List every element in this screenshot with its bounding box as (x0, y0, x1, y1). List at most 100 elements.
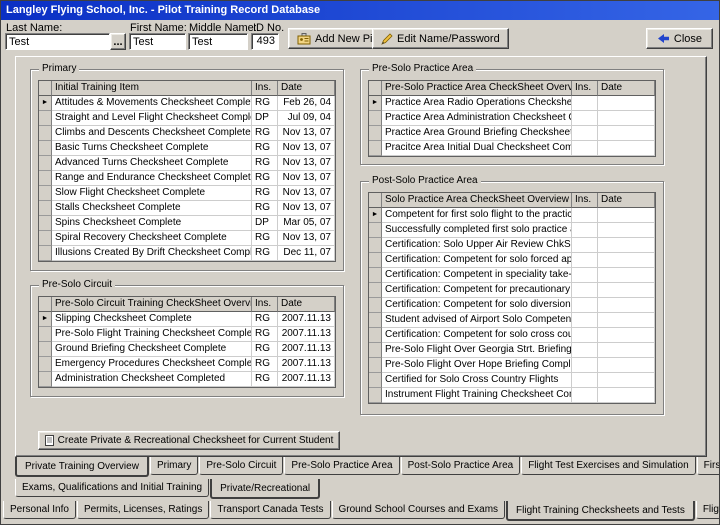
row-selector-cell[interactable] (369, 298, 382, 313)
create-checksheet-button[interactable]: Create Private & Recreational Checksheet… (38, 431, 340, 450)
item-cell[interactable]: Emergency Procedures Checksheet Complete (52, 357, 252, 372)
ins-cell[interactable]: RG (252, 156, 278, 171)
table-row[interactable]: Instrument Flight Training Checksheet Co… (369, 388, 655, 403)
item-cell[interactable]: Spins Checksheet Complete (52, 216, 252, 231)
item-cell[interactable]: Pre-Solo Flight Over Georgia Strt. Brief… (382, 343, 572, 358)
table-row[interactable]: Certification: Competent for solo cross … (369, 328, 655, 343)
item-cell[interactable]: Certification: Solo Upper Air Review Chk… (382, 238, 572, 253)
ins-cell[interactable]: RG (252, 201, 278, 216)
tab-flight-training-checksheets-and-tests[interactable]: Flight Training Checksheets and Tests (506, 501, 695, 521)
row-selector-cell[interactable] (39, 327, 52, 342)
table-row[interactable]: Certification: Competent for solo divers… (369, 298, 655, 313)
date-cell[interactable] (598, 388, 655, 403)
row-selector-cell[interactable] (39, 342, 52, 357)
table-row[interactable]: ►Practice Area Radio Operations Checkshe… (369, 96, 655, 111)
item-cell[interactable]: Spiral Recovery Checksheet Complete (52, 231, 252, 246)
ins-cell[interactable] (572, 238, 598, 253)
item-cell[interactable]: Attitudes & Movements Checksheet Complet… (52, 96, 252, 111)
column-header-ins[interactable]: Ins. (572, 81, 598, 96)
table-row[interactable]: Climbs and Descents Checksheet CompleteR… (39, 126, 335, 141)
table-row[interactable]: Administration Checksheet CompletedRG200… (39, 372, 335, 387)
table-row[interactable]: Practice Area Ground Briefing Checksheet… (369, 126, 655, 141)
table-row[interactable]: ►Attitudes & Movements Checksheet Comple… (39, 96, 335, 111)
item-cell[interactable]: Student advised of Airport Solo Competen… (382, 313, 572, 328)
date-cell[interactable]: Jul 09, 04 (278, 111, 335, 126)
item-cell[interactable]: Certification: Competent for solo forced… (382, 253, 572, 268)
ins-cell[interactable]: RG (252, 312, 278, 327)
item-cell[interactable]: Slow Flight Checksheet Complete (52, 186, 252, 201)
middle-name-input[interactable] (188, 33, 248, 50)
ins-cell[interactable] (572, 388, 598, 403)
date-cell[interactable] (598, 253, 655, 268)
table-row[interactable]: Successfully completed first solo practi… (369, 223, 655, 238)
table-row[interactable]: Ground Briefing Checksheet CompleteRG200… (39, 342, 335, 357)
last-name-input[interactable] (5, 33, 110, 50)
row-selector-cell[interactable] (369, 126, 382, 141)
item-cell[interactable]: Advanced Turns Checksheet Complete (52, 156, 252, 171)
column-header-date[interactable]: Date (598, 81, 655, 96)
ins-cell[interactable]: DP (252, 111, 278, 126)
ins-cell[interactable]: RG (252, 342, 278, 357)
table-row[interactable]: Student advised of Airport Solo Competen… (369, 313, 655, 328)
row-selector-cell[interactable] (369, 223, 382, 238)
item-cell[interactable]: Pre-Solo Flight Over Hope Briefing Compl… (382, 358, 572, 373)
ins-cell[interactable]: RG (252, 126, 278, 141)
tab-private-training-overview[interactable]: Private Training Overview (15, 457, 149, 477)
date-cell[interactable] (598, 96, 655, 111)
id-no-field[interactable]: 493 (251, 33, 279, 50)
date-cell[interactable] (598, 373, 655, 388)
date-cell[interactable]: Feb 26, 04 (278, 96, 335, 111)
table-row[interactable]: Emergency Procedures Checksheet Complete… (39, 357, 335, 372)
date-cell[interactable] (598, 223, 655, 238)
ins-cell[interactable]: RG (252, 357, 278, 372)
item-cell[interactable]: Instrument Flight Training Checksheet Co… (382, 388, 572, 403)
table-row[interactable]: Practice Area Administration Checksheet … (369, 111, 655, 126)
item-cell[interactable]: Certification: Competent in speciality t… (382, 268, 572, 283)
item-cell[interactable]: Certification: Competent for solo divers… (382, 298, 572, 313)
ins-cell[interactable] (572, 126, 598, 141)
table-row[interactable]: Certified for Solo Cross Country Flights (369, 373, 655, 388)
row-selector-cell[interactable] (369, 111, 382, 126)
row-selector-cell[interactable] (39, 372, 52, 387)
item-cell[interactable]: Competent for first solo flight to the p… (382, 208, 572, 223)
date-cell[interactable]: Nov 13, 07 (278, 201, 335, 216)
ins-cell[interactable] (572, 283, 598, 298)
edit-name-password-button[interactable]: Edit Name/Password (372, 28, 509, 49)
table-row[interactable]: Certification: Competent for precautiona… (369, 283, 655, 298)
table-row[interactable]: Range and Endurance Checksheet CompleteR… (39, 171, 335, 186)
column-header-date[interactable]: Date (598, 193, 655, 208)
date-cell[interactable] (598, 358, 655, 373)
column-header-item[interactable]: Initial Training Item (52, 81, 252, 96)
row-selector-cell[interactable] (369, 141, 382, 156)
tab-flight-test-exercises-and-simulation[interactable]: Flight Test Exercises and Simulation (521, 457, 695, 475)
ins-cell[interactable]: RG (252, 141, 278, 156)
table-row[interactable]: ►Slipping Checksheet CompleteRG2007.11.1… (39, 312, 335, 327)
date-cell[interactable]: 2007.11.13 (278, 357, 335, 372)
table-row[interactable]: Spins Checksheet CompleteDPMar 05, 07 (39, 216, 335, 231)
row-selector-cell[interactable] (369, 253, 382, 268)
item-cell[interactable]: Stalls Checksheet Complete (52, 201, 252, 216)
date-cell[interactable] (598, 313, 655, 328)
row-selector-cell[interactable] (39, 231, 52, 246)
date-cell[interactable] (598, 343, 655, 358)
item-cell[interactable]: Basic Turns Checksheet Complete (52, 141, 252, 156)
date-cell[interactable]: Nov 13, 07 (278, 156, 335, 171)
column-header-ins[interactable]: Ins. (572, 193, 598, 208)
row-selector-cell[interactable] (369, 358, 382, 373)
row-selector-cell[interactable] (39, 156, 52, 171)
tab-flight-training-logbook-ptr[interactable]: Flight Training Logbook (PTR) (696, 501, 720, 519)
item-cell[interactable]: Range and Endurance Checksheet Complete (52, 171, 252, 186)
tab-primary[interactable]: Primary (150, 457, 198, 475)
ins-cell[interactable] (572, 358, 598, 373)
table-row[interactable]: Illusions Created By Drift Checksheet Co… (39, 246, 335, 261)
tab-transport-canada-tests[interactable]: Transport Canada Tests (210, 501, 330, 519)
ins-cell[interactable]: RG (252, 96, 278, 111)
row-selector-cell[interactable] (369, 388, 382, 403)
ins-cell[interactable]: RG (252, 231, 278, 246)
ins-cell[interactable] (572, 111, 598, 126)
table-row[interactable]: Advanced Turns Checksheet CompleteRGNov … (39, 156, 335, 171)
date-cell[interactable]: Mar 05, 07 (278, 216, 335, 231)
date-cell[interactable]: Nov 13, 07 (278, 126, 335, 141)
tab-ground-school-courses-and-exams[interactable]: Ground School Courses and Exams (332, 501, 506, 519)
date-cell[interactable] (598, 126, 655, 141)
